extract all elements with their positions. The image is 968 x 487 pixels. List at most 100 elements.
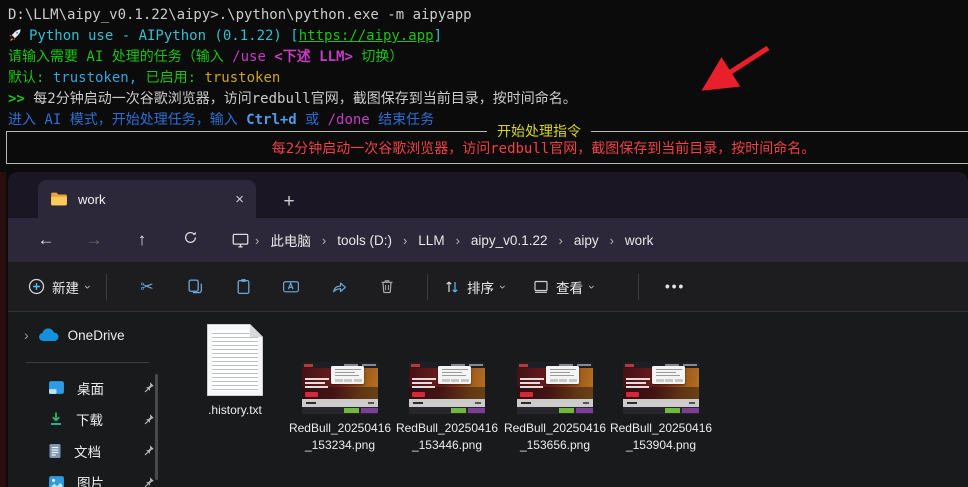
image-thumbnail [623, 362, 699, 414]
breadcrumb-llm[interactable]: LLM [409, 233, 453, 248]
cut-button[interactable]: ✂ [123, 277, 171, 297]
chevron-down-icon: › [496, 284, 510, 289]
share-icon [332, 282, 346, 293]
tab-close-icon[interactable]: × [235, 191, 244, 208]
this-pc-icon [232, 233, 249, 248]
rename-button[interactable] [267, 278, 315, 295]
sidebar-item-pictures[interactable]: 图片 [8, 467, 173, 487]
view-button[interactable]: 查看 › [533, 277, 599, 297]
copy-button[interactable] [171, 278, 219, 295]
terminal-line-banner: Python use - AIPython (0.1.22) [https://… [8, 26, 968, 47]
breadcrumb-separator-icon: › [609, 232, 614, 248]
sidebar-item-downloads[interactable]: 下载 [8, 404, 173, 436]
prompt-symbol: >> [8, 91, 34, 107]
terminal-line-command: D:\LLM\aipy_v0.1.22\aipy>.\python\python… [8, 7, 472, 23]
breadcrumb-separator-icon: › [255, 232, 260, 248]
tab-bar: work × + [8, 172, 968, 218]
trash-icon [381, 280, 393, 294]
pin-icon [144, 445, 154, 456]
tab-label: work [78, 191, 106, 207]
file-name: .history.txt [208, 403, 262, 417]
document-icon [49, 443, 61, 458]
pin-icon [144, 413, 154, 424]
plus-circle-icon [28, 278, 45, 295]
file-redbull-3[interactable]: RedBull_20250416_153656.png [503, 362, 607, 454]
new-button[interactable]: 新建 › [28, 277, 95, 297]
more-options-button[interactable]: ••• [665, 279, 685, 294]
breadcrumb-aipy-version[interactable]: aipy_v0.1.22 [462, 233, 557, 248]
pin-icon [144, 476, 154, 487]
tab-work[interactable]: work × [38, 180, 256, 218]
rocket-icon [9, 29, 21, 41]
chevron-down-icon: › [585, 284, 599, 289]
onedrive-cloud-icon [38, 328, 59, 341]
background-window-edge [0, 172, 6, 487]
sidebar-item-onedrive[interactable]: › OneDrive [8, 320, 173, 350]
image-thumbnail [409, 362, 485, 414]
file-redbull-4[interactable]: RedBull_20250416_153904.png [609, 362, 713, 454]
breadcrumb-separator-icon: › [455, 232, 460, 248]
new-tab-button[interactable]: + [276, 191, 302, 213]
terminal-line-llm-status: 默认: trustoken, 已启用: trustoken [8, 70, 281, 86]
command-bar: 新建 › ✂ 排序 › 查看 › ••• [8, 262, 968, 312]
copy-icon [187, 279, 202, 294]
view-icon [534, 280, 548, 293]
toolbar-divider [427, 273, 428, 300]
file-name: RedBull_20250416_153656.png [503, 421, 607, 452]
breadcrumb-tools-d[interactable]: tools (D:) [328, 233, 401, 248]
share-button[interactable] [315, 278, 363, 295]
breadcrumb-separator-icon: › [402, 232, 408, 248]
image-thumbnail [517, 362, 593, 414]
paste-button[interactable] [219, 278, 267, 295]
sort-icon [446, 281, 458, 292]
breadcrumb-separator-icon: › [321, 232, 327, 248]
expand-chevron-icon[interactable]: › [24, 327, 29, 343]
instruction-panel-text: 每2分钟启动一次谷歌浏览器，访问redbull官网，截图保存到当前目录，按时间命… [271, 141, 816, 157]
sidebar-item-desktop[interactable]: 桌面 [8, 372, 173, 404]
refresh-icon [184, 231, 196, 243]
file-name: RedBull_20250416_153904.png [609, 421, 713, 452]
sidebar-item-documents[interactable]: 文档 [8, 435, 173, 467]
sidebar: › OneDrive 桌面 下载 文档 图片 [8, 312, 173, 487]
breadcrumb-aipy[interactable]: aipy [565, 233, 608, 248]
back-button[interactable]: ← [22, 230, 70, 250]
desktop-icon [49, 381, 64, 395]
scissors-icon: ✂ [140, 278, 154, 296]
toolbar-divider [106, 273, 107, 300]
file-redbull-2[interactable]: RedBull_20250416_153446.png [395, 362, 499, 454]
refresh-button[interactable] [166, 230, 214, 250]
forward-button[interactable]: → [70, 230, 118, 250]
breadcrumb-this-pc[interactable]: 此电脑 [261, 230, 320, 250]
explorer-body: › OneDrive 桌面 下载 文档 图片 .history.txt RedB… [8, 312, 968, 487]
aipy-link[interactable]: https://aipy.app [299, 28, 434, 44]
terminal: D:\LLM\aipy_v0.1.22\aipy>.\python\python… [0, 0, 968, 131]
instruction-panel-title: 开始处理指令 [487, 121, 591, 141]
toolbar-divider [638, 273, 639, 300]
rename-icon [283, 281, 299, 293]
new-button-label: 新建 [52, 280, 79, 296]
breadcrumb: › 此电脑 › tools (D:) › LLM › aipy_v0.1.22 … [224, 230, 662, 250]
file-name: RedBull_20250416_153446.png [395, 421, 499, 452]
text-file-icon [207, 324, 263, 396]
file-history-txt[interactable]: .history.txt [183, 324, 287, 419]
delete-button[interactable] [363, 278, 411, 295]
terminal-line-task-input[interactable]: >> 每2分钟启动一次谷歌浏览器，访问redbull官网，截图保存到当前目录，按… [8, 89, 968, 110]
sidebar-divider [26, 362, 149, 363]
navigation-bar: ← → ↑ › 此电脑 › tools (D:) › LLM › aipy_v0… [8, 218, 968, 262]
terminal-line-hint: 请输入需要 AI 处理的任务（输入 /use <下述 LLM> 切换） [8, 49, 404, 65]
annotation-arrow-icon [701, 45, 770, 91]
sort-button[interactable]: 排序 › [444, 277, 510, 297]
sidebar-scrollbar[interactable] [155, 374, 158, 480]
paste-icon [237, 279, 249, 295]
file-redbull-1[interactable]: RedBull_20250416_153234.png [288, 362, 392, 454]
image-thumbnail [302, 362, 378, 414]
sort-button-label: 排序 [467, 280, 494, 296]
chevron-down-icon: › [81, 284, 95, 289]
download-icon [51, 412, 61, 426]
breadcrumb-separator-icon: › [558, 232, 563, 248]
pictures-icon [49, 475, 64, 487]
up-button[interactable]: ↑ [118, 230, 166, 250]
instruction-panel: 开始处理指令 每2分钟启动一次谷歌浏览器，访问redbull官网，截图保存到当前… [6, 121, 968, 164]
breadcrumb-work[interactable]: work [616, 233, 663, 248]
file-explorer-window: work × + ← → ↑ › 此电脑 › tools (D:) › LLM … [8, 172, 968, 487]
